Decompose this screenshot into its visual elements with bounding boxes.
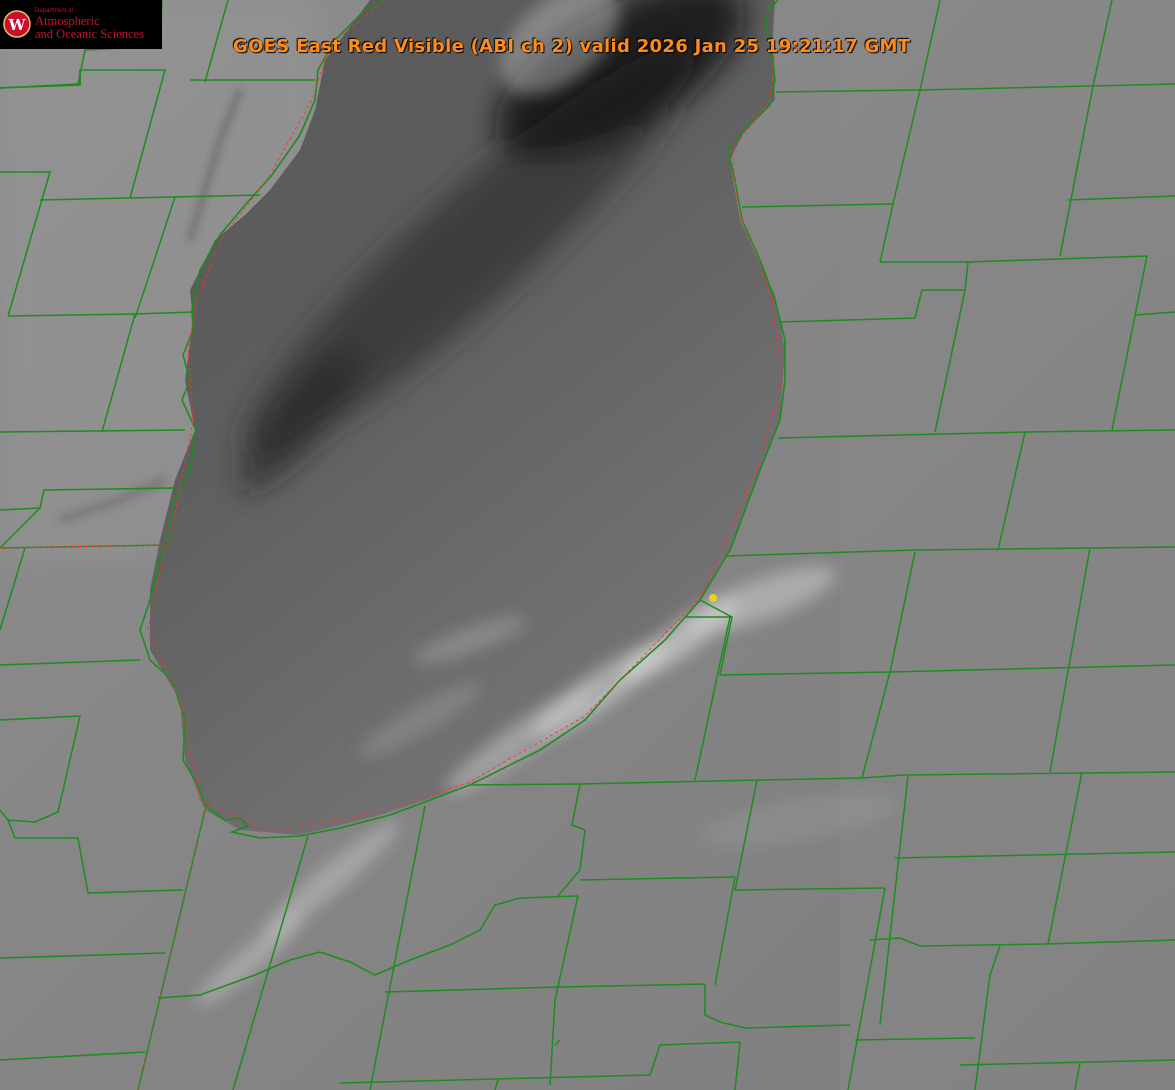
svg-text:W: W: [8, 16, 27, 34]
logo-line-2: and Oceanic Sciences: [35, 27, 144, 41]
location-marker: [709, 594, 717, 602]
university-seal-icon: W: [3, 10, 31, 38]
satellite-image: [0, 0, 1175, 1090]
uw-aos-logo: W Department of Atmospheric and Oceanic …: [0, 0, 162, 49]
image-title: GOES East Red Visible (ABI ch 2) valid 2…: [233, 36, 911, 57]
